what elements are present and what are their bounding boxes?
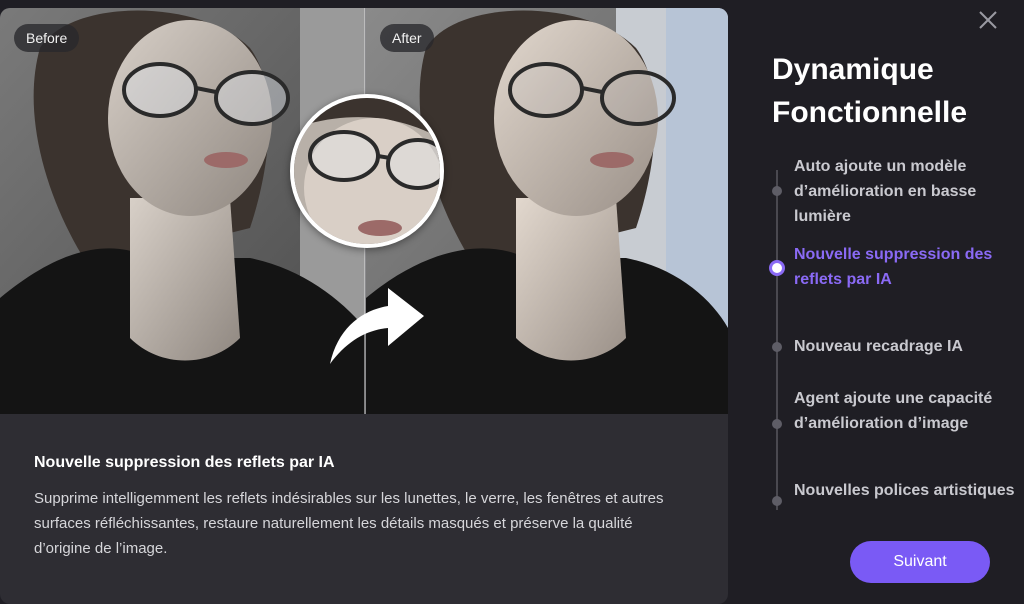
feature-card: Before After Nouvelle suppression des re… <box>0 8 728 604</box>
curved-arrow-icon <box>330 288 424 364</box>
feature-dialog: Before After Nouvelle suppression des re… <box>0 0 1024 604</box>
step-label: Auto ajoute un modèle d’amélioration en … <box>794 158 977 225</box>
steps-rail <box>776 170 778 510</box>
panel-heading: Dynamique Fonctionnelle <box>772 48 1012 134</box>
feature-steps: Auto ajoute un modèle d’amélioration en … <box>769 150 1024 530</box>
step-label: Nouvelle suppression des reflets par IA <box>794 246 993 288</box>
close-button[interactable] <box>976 8 1000 32</box>
feature-info: Nouvelle suppression des reflets par IA … <box>34 454 674 561</box>
zoom-magnifier <box>290 94 444 248</box>
feature-title: Nouvelle suppression des reflets par IA <box>34 454 335 471</box>
before-label: Before <box>14 24 80 52</box>
step-dot <box>772 496 782 506</box>
step-dot <box>772 186 782 196</box>
before-after-preview: Before After <box>0 8 728 414</box>
after-label: After <box>380 24 434 52</box>
step-label: Nouvelles polices artistiques <box>794 482 1015 499</box>
step-label: Agent ajoute une capacité d’amélioration… <box>794 390 993 432</box>
step-label: Nouveau recadrage IA <box>794 338 963 355</box>
step-dot <box>772 342 782 352</box>
feature-description: Supprime intelligemment les reflets indé… <box>34 490 664 557</box>
step-dot-active <box>769 260 785 276</box>
heading-line-1: Dynamique <box>772 53 934 86</box>
next-button[interactable]: Suivant <box>850 541 990 583</box>
heading-line-2: Fonctionnelle <box>772 96 967 129</box>
close-icon <box>979 11 997 29</box>
step-dot <box>772 419 782 429</box>
